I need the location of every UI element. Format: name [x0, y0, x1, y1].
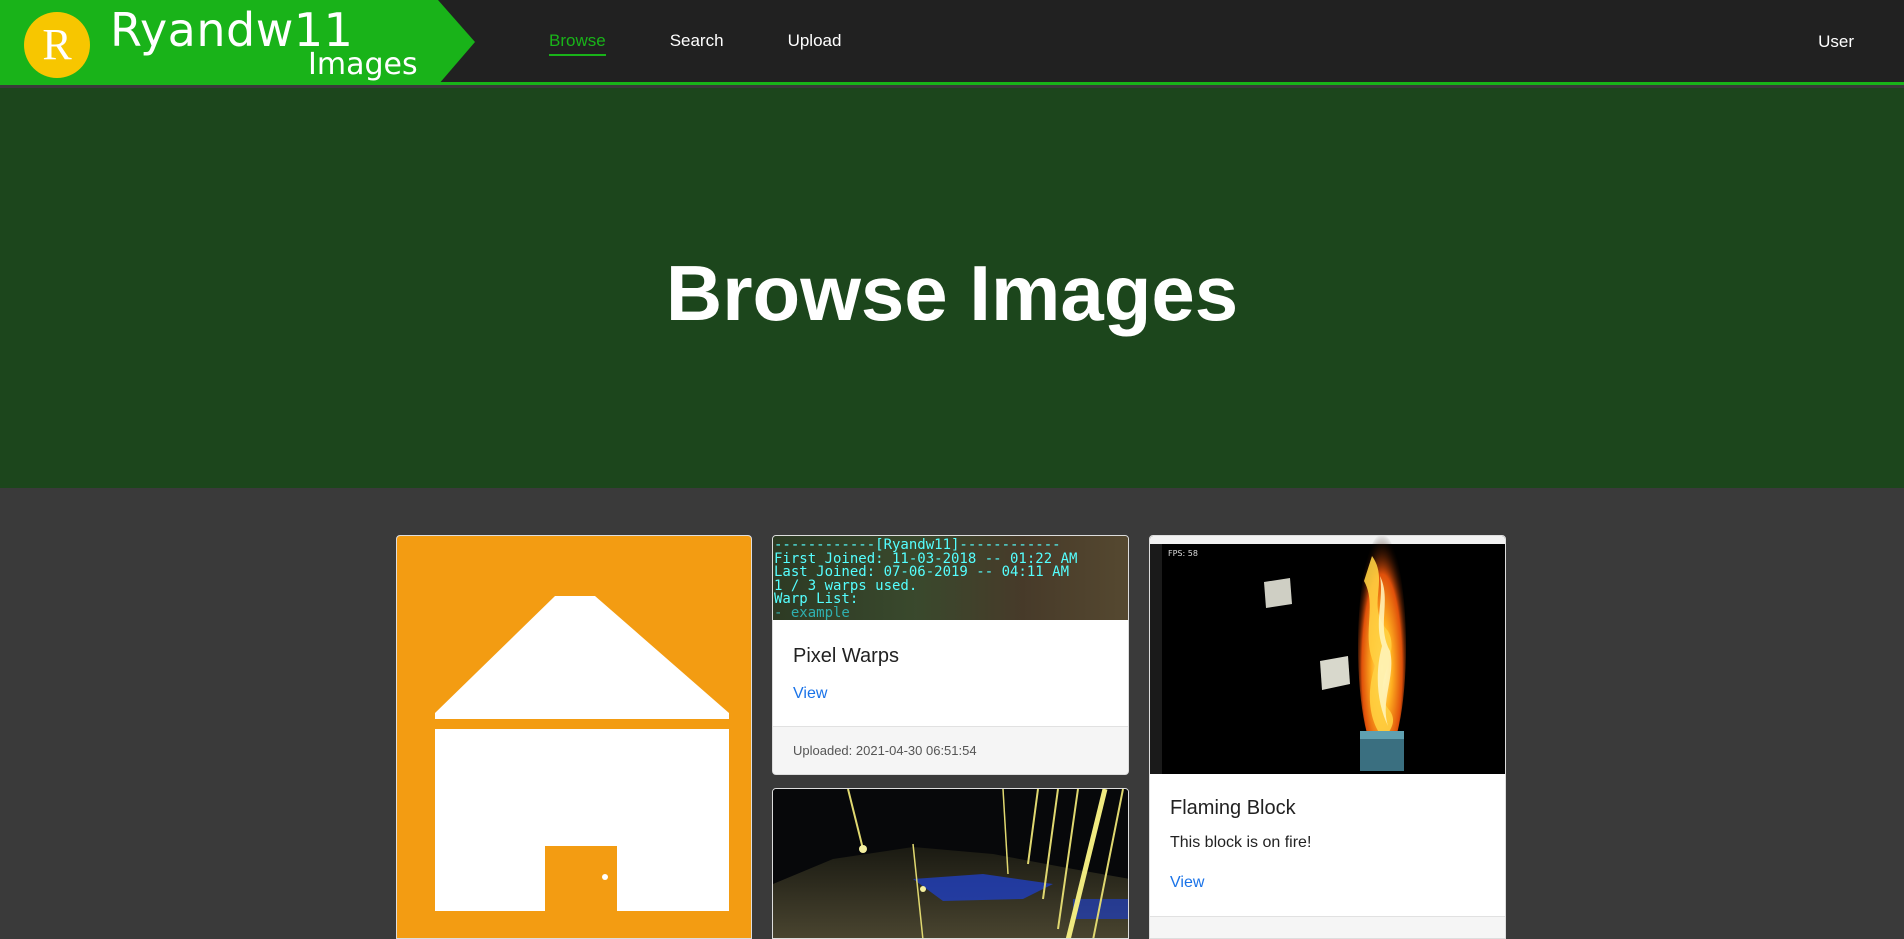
- card-image-night-scene: [773, 789, 1128, 938]
- card-footer-flaming-block: [1150, 916, 1505, 938]
- brand-logo[interactable]: R Ryandw11 Images: [0, 0, 475, 85]
- top-navbar: R Ryandw11 Images Browse Search Upload U…: [0, 0, 1904, 85]
- image-card-home[interactable]: [396, 535, 752, 939]
- nav-search-link[interactable]: Search: [670, 30, 724, 56]
- image-card-flaming-block[interactable]: FPS: 58 Flaming Block This block is on f…: [1149, 535, 1506, 939]
- brand-logo-circle: R: [24, 12, 90, 78]
- nav-browse-link[interactable]: Browse: [549, 30, 606, 56]
- main-nav: Browse Search Upload: [549, 30, 905, 56]
- card-footer-pixel-warps: Uploaded: 2021-04-30 06:51:54: [773, 726, 1128, 774]
- image-card-pixel-warps[interactable]: ------------[Ryandw11]------------ First…: [772, 535, 1129, 775]
- nav-upload-link[interactable]: Upload: [788, 30, 842, 56]
- image-card-night-scene[interactable]: [772, 788, 1129, 939]
- flaming-block-image: FPS: 58: [1150, 536, 1505, 774]
- view-link-flaming-block[interactable]: View: [1170, 872, 1204, 894]
- card-title-pixel-warps: Pixel Warps: [793, 645, 899, 667]
- user-menu-link[interactable]: User: [1818, 31, 1854, 53]
- view-link-pixel-warps[interactable]: View: [793, 683, 827, 705]
- card-image-pixel-warps: ------------[Ryandw11]------------ First…: [773, 536, 1128, 620]
- house-icon: [435, 596, 729, 938]
- fps-counter: FPS: 58: [1168, 549, 1198, 558]
- card-image-flaming-block: FPS: 58: [1150, 536, 1505, 774]
- card-image-home: [397, 536, 751, 938]
- card-description-flaming-block: This block is on fire!: [1170, 834, 1312, 851]
- card-title-flaming-block: Flaming Block: [1170, 797, 1296, 819]
- hero-banner: Browse Images: [0, 88, 1904, 488]
- warp-list-item-line: - example: [774, 604, 850, 620]
- page-title: Browse Images: [665, 249, 1239, 337]
- night-scene-image: [773, 789, 1128, 938]
- brand-subtitle: Images: [308, 47, 418, 82]
